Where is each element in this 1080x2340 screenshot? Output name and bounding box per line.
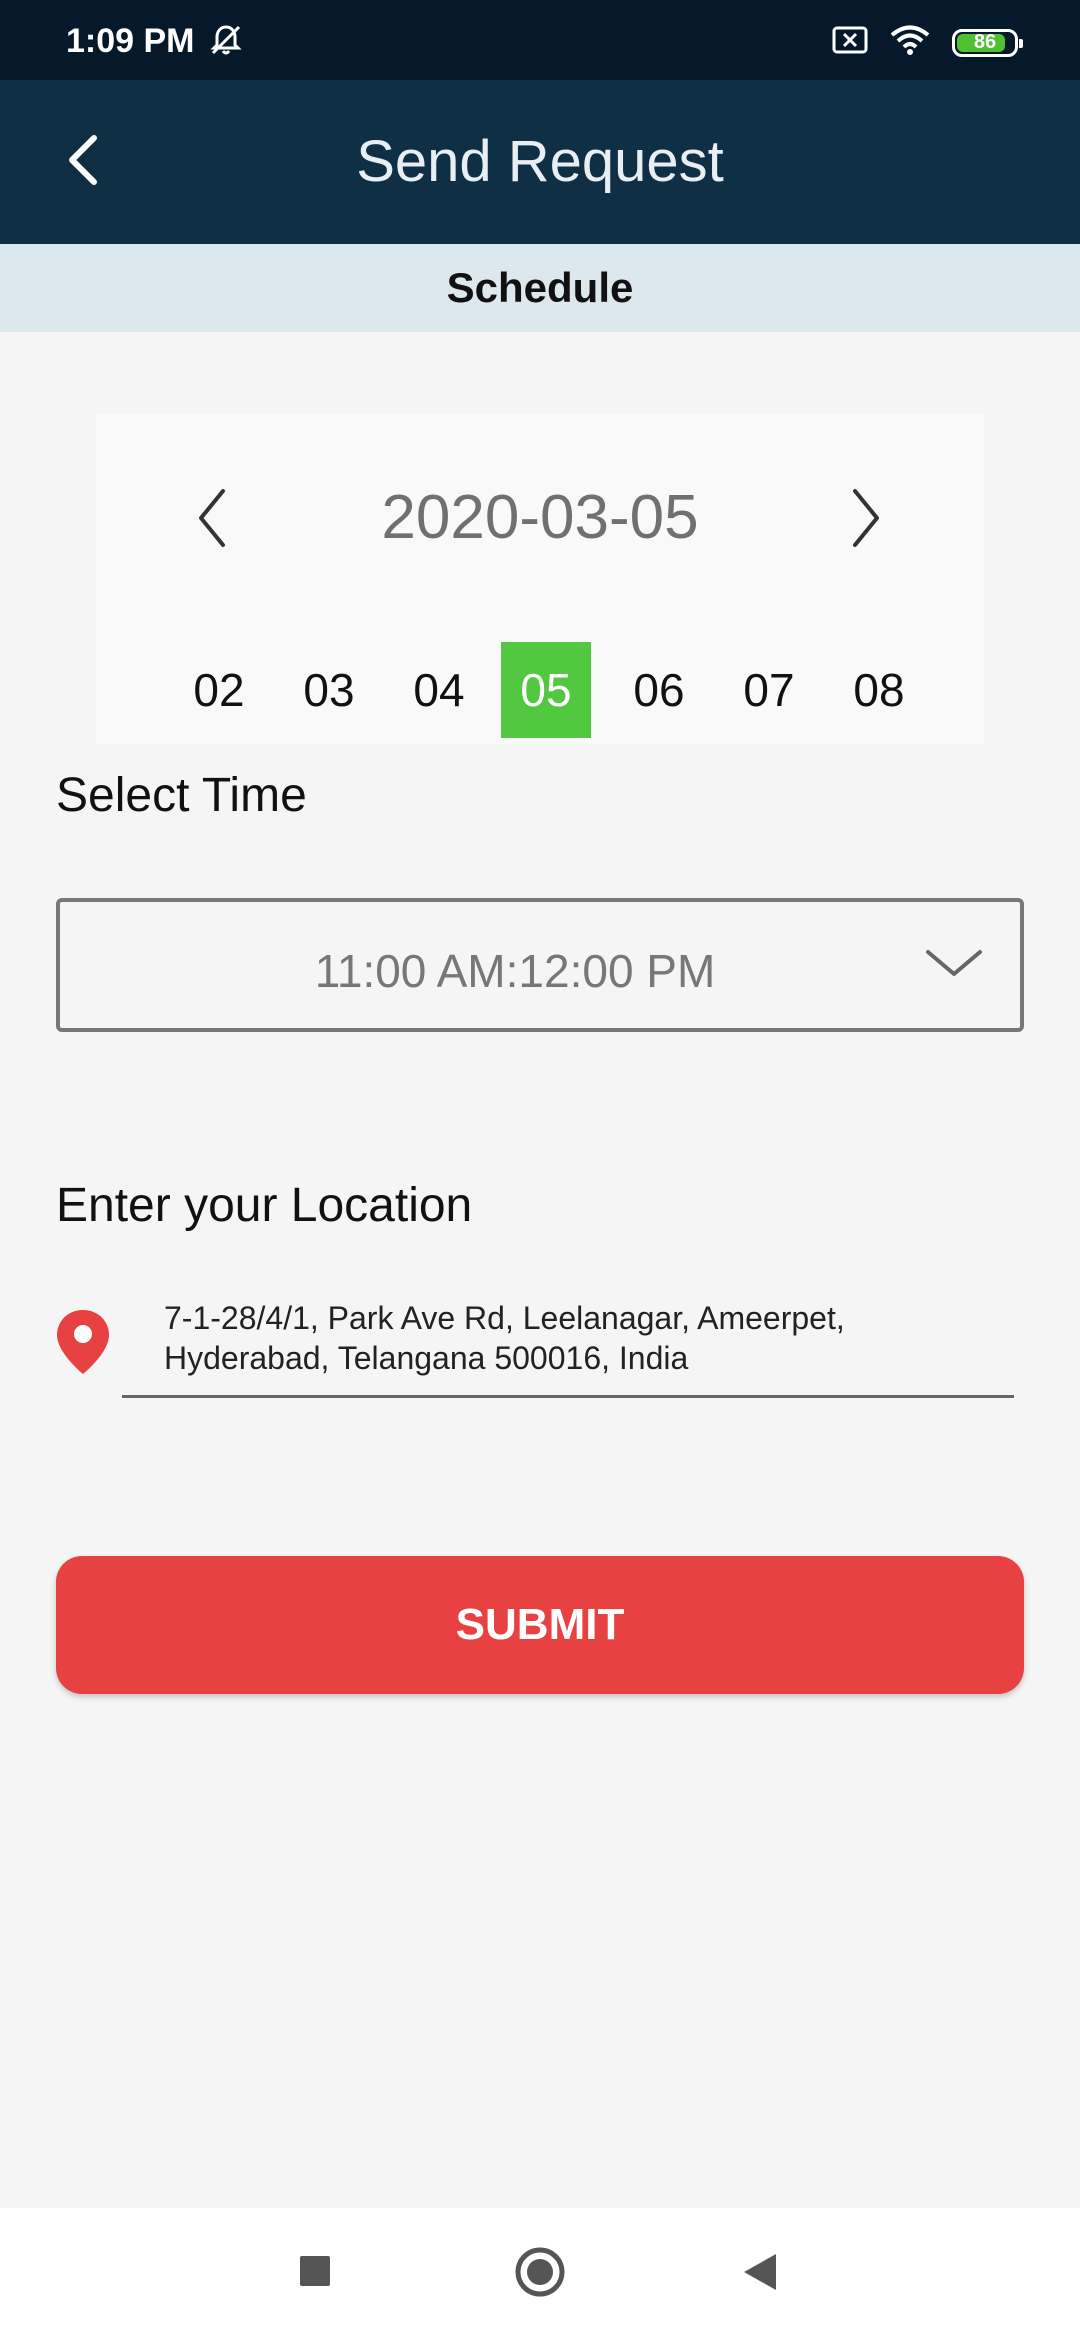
day-08[interactable]: 08 (834, 642, 924, 738)
time-slot-dropdown[interactable]: 11:00 AM:12:00 PM (56, 898, 1024, 1032)
battery-icon: 86 (952, 28, 1023, 57)
location-label: Enter your Location (56, 1179, 473, 1232)
sim-x-icon (832, 25, 868, 60)
page-title: Send Request (356, 129, 724, 194)
day-04[interactable]: 04 (394, 642, 484, 738)
status-time: 1:09 PM (66, 22, 195, 60)
location-pin-icon (54, 1308, 112, 1381)
home-button[interactable] (514, 2246, 566, 2303)
day-07[interactable]: 07 (724, 642, 814, 738)
back-nav-button[interactable] (740, 2252, 780, 2297)
select-time-label: Select Time (56, 769, 307, 822)
day-05-selected[interactable]: 05 (501, 642, 591, 738)
battery-nub (1019, 38, 1023, 48)
mute-icon (208, 22, 244, 63)
day-06[interactable]: 06 (614, 642, 704, 738)
battery-level-text: 86 (973, 30, 997, 53)
section-header-schedule: Schedule (0, 244, 1080, 332)
day-02[interactable]: 02 (174, 642, 264, 738)
system-nav-bar (0, 2208, 1080, 2340)
date-picker: 2020-03-05 02 03 04 05 06 07 08 (96, 414, 984, 744)
app-bar: Send Request (0, 80, 1080, 244)
submit-button[interactable]: SUBMIT (56, 1556, 1024, 1694)
chevron-down-icon (924, 946, 984, 985)
wifi-icon (890, 24, 930, 61)
status-bar: 1:09 PM 86 (0, 0, 1080, 80)
time-slot-value: 11:00 AM:12:00 PM (314, 945, 716, 997)
location-line-1: 7-1-28/4/1, Park Ave Rd, Leelanagar, Ame… (164, 1300, 845, 1336)
next-date-button[interactable] (826, 480, 906, 560)
chevron-right-icon (849, 487, 883, 554)
location-field[interactable]: 7-1-28/4/1, Park Ave Rd, Leelanagar, Ame… (122, 1298, 1014, 1398)
location-line-2: Hyderabad, Telangana 500016, India (164, 1340, 689, 1376)
status-icons: 86 (832, 24, 1023, 61)
recent-apps-button[interactable] (298, 2254, 332, 2293)
day-03[interactable]: 03 (284, 642, 374, 738)
